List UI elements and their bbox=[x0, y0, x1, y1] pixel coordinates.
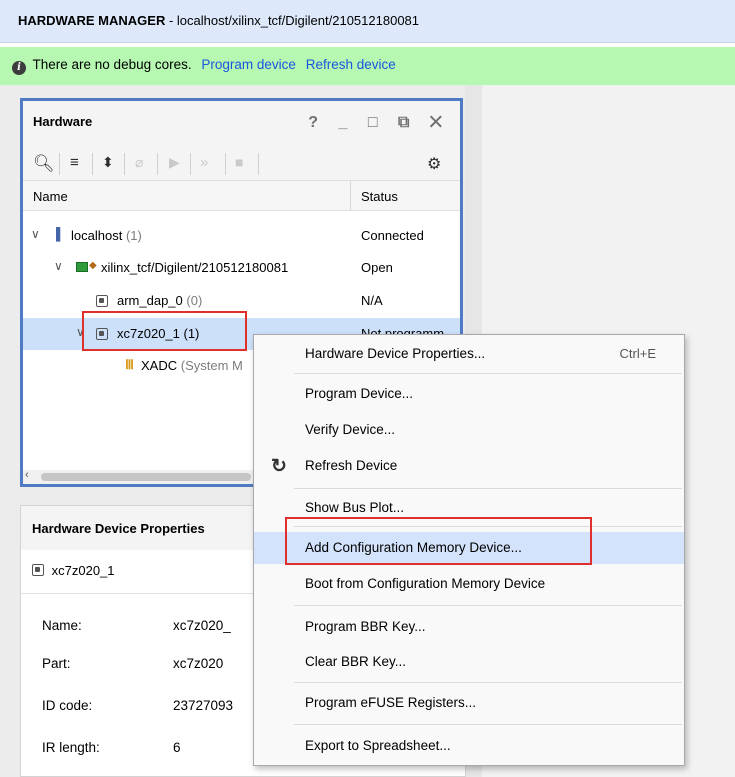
menu-separator bbox=[294, 373, 682, 374]
toolbar-separator bbox=[258, 153, 259, 175]
toolbar-separator bbox=[92, 153, 93, 175]
scrollbar-thumb[interactable] bbox=[41, 473, 251, 481]
menu-item-boot-from-configuration-memory[interactable]: Boot from Configuration Memory Device bbox=[254, 568, 684, 600]
menu-item-label: Export to Spreadsheet... bbox=[305, 738, 451, 753]
hardware-toolbar: 🔍︎ ≡ ⬍ ⌀ ▶ » ■ ⚙ bbox=[23, 147, 460, 181]
refresh-device-link[interactable]: Refresh device bbox=[306, 57, 396, 72]
collapse-all-icon[interactable]: ≡ bbox=[70, 154, 79, 171]
menu-separator bbox=[294, 724, 682, 725]
info-icon: i bbox=[12, 61, 26, 75]
plug-icon: ◆ bbox=[89, 260, 97, 271]
toolbar-separator bbox=[190, 153, 191, 175]
chevron-down-icon[interactable]: ∨ bbox=[31, 227, 40, 241]
menu-item-program-device[interactable]: Program Device... bbox=[254, 378, 684, 410]
scroll-left-icon[interactable]: ‹ bbox=[25, 469, 29, 481]
title-bar: HARDWARE MANAGER - localhost/xilinx_tcf/… bbox=[0, 0, 735, 43]
prop-value: xc7z020 bbox=[173, 656, 224, 671]
row-status: Open bbox=[361, 260, 393, 275]
hardware-panel-header: Hardware ? _ □ ⧉ ✕ bbox=[23, 101, 460, 147]
menu-item-export-to-spreadsheet[interactable]: Export to Spreadsheet... bbox=[254, 730, 684, 762]
banner-message: There are no debug cores. bbox=[32, 57, 192, 72]
info-banner: i There are no debug cores. Program devi… bbox=[0, 47, 735, 85]
stop-icon[interactable]: ■ bbox=[235, 154, 243, 170]
row-label: xilinx_tcf/Digilent/210512180081 bbox=[101, 260, 289, 275]
xadc-icon: Ⅲ bbox=[125, 357, 134, 372]
column-status[interactable]: Status bbox=[361, 189, 398, 204]
fast-forward-icon[interactable]: » bbox=[200, 154, 208, 171]
menu-item-program-efuse-registers[interactable]: Program eFUSE Registers... bbox=[254, 687, 684, 719]
program-device-link[interactable]: Program device bbox=[201, 57, 296, 72]
run-trigger-icon[interactable]: ▶ bbox=[169, 154, 180, 171]
menu-item-clear-bbr-key[interactable]: Clear BBR Key... bbox=[254, 646, 684, 678]
gear-icon[interactable]: ⚙ bbox=[427, 154, 441, 174]
properties-title: Hardware Device Properties bbox=[32, 521, 205, 536]
menu-item-verify-device[interactable]: Verify Device... bbox=[254, 414, 684, 446]
column-name[interactable]: Name bbox=[33, 189, 68, 204]
row-label: XADC (System M bbox=[141, 358, 243, 373]
toolbar-separator bbox=[59, 153, 60, 175]
expand-all-icon[interactable]: ⬍ bbox=[102, 154, 114, 171]
toolbar-separator bbox=[124, 153, 125, 175]
menu-item-hardware-device-properties[interactable]: Hardware Device Properties... Ctrl+E bbox=[254, 338, 684, 370]
menu-item-label: Show Bus Plot... bbox=[305, 500, 405, 515]
toolbar-separator bbox=[157, 153, 158, 175]
row-status: N/A bbox=[361, 293, 383, 308]
prop-label: IR length: bbox=[42, 740, 100, 755]
row-label: localhost (1) bbox=[71, 228, 142, 243]
menu-item-label: Refresh Device bbox=[305, 458, 398, 473]
chip-icon bbox=[32, 563, 44, 578]
hardware-panel-title: Hardware bbox=[33, 114, 93, 129]
menu-item-label: Program Device... bbox=[305, 386, 414, 401]
menu-item-program-bbr-key[interactable]: Program BBR Key... bbox=[254, 611, 684, 643]
chevron-down-icon[interactable]: ∨ bbox=[54, 259, 63, 273]
board-icon bbox=[76, 262, 88, 272]
menu-item-label: Verify Device... bbox=[305, 422, 396, 437]
menu-separator bbox=[294, 605, 682, 606]
prop-value: 23727093 bbox=[173, 698, 234, 713]
highlight-box bbox=[82, 311, 247, 351]
menu-item-label: Boot from Configuration Memory Device bbox=[305, 576, 546, 591]
properties-device: xc7z020_1 bbox=[32, 563, 115, 578]
menu-item-refresh-device[interactable]: ↻ Refresh Device bbox=[254, 450, 684, 482]
server-icon: ▌ bbox=[56, 227, 65, 241]
auto-connect-icon[interactable]: ⌀ bbox=[135, 154, 143, 171]
window-buttons[interactable]: ? _ □ ⧉ ✕ bbox=[308, 114, 450, 132]
device-name: xc7z020_1 bbox=[51, 563, 115, 578]
menu-item-label: Program eFUSE Registers... bbox=[305, 695, 477, 710]
menu-separator bbox=[294, 488, 682, 489]
title-prefix: HARDWARE MANAGER bbox=[18, 13, 166, 28]
prop-label: Part: bbox=[42, 656, 71, 671]
prop-value: 6 bbox=[173, 740, 181, 755]
column-divider[interactable] bbox=[350, 181, 351, 211]
prop-label: ID code: bbox=[42, 698, 93, 713]
menu-item-label: Program BBR Key... bbox=[305, 619, 426, 634]
menu-item-label: Hardware Device Properties... bbox=[305, 346, 486, 361]
refresh-icon: ↻ bbox=[271, 456, 287, 477]
tree-row-localhost[interactable]: ∨ ▌ localhost (1) Connected bbox=[23, 220, 460, 252]
title-path: - localhost/xilinx_tcf/Digilent/21051218… bbox=[165, 13, 420, 28]
menu-item-label: Clear BBR Key... bbox=[305, 654, 407, 669]
prop-value: xc7z020_ bbox=[173, 618, 231, 633]
search-icon[interactable]: 🔍︎ bbox=[33, 154, 55, 174]
tree-row-target[interactable]: ∨ ◆ xilinx_tcf/Digilent/210512180081 Ope… bbox=[23, 252, 460, 284]
menu-separator bbox=[294, 682, 682, 683]
prop-label: Name: bbox=[42, 618, 82, 633]
highlight-box bbox=[285, 517, 592, 565]
row-status: Connected bbox=[361, 228, 424, 243]
toolbar-separator bbox=[225, 153, 226, 175]
menu-shortcut: Ctrl+E bbox=[619, 346, 656, 361]
tree-column-header: Name Status bbox=[23, 181, 460, 211]
row-label: arm_dap_0 (0) bbox=[117, 293, 203, 308]
chip-icon bbox=[96, 294, 108, 309]
